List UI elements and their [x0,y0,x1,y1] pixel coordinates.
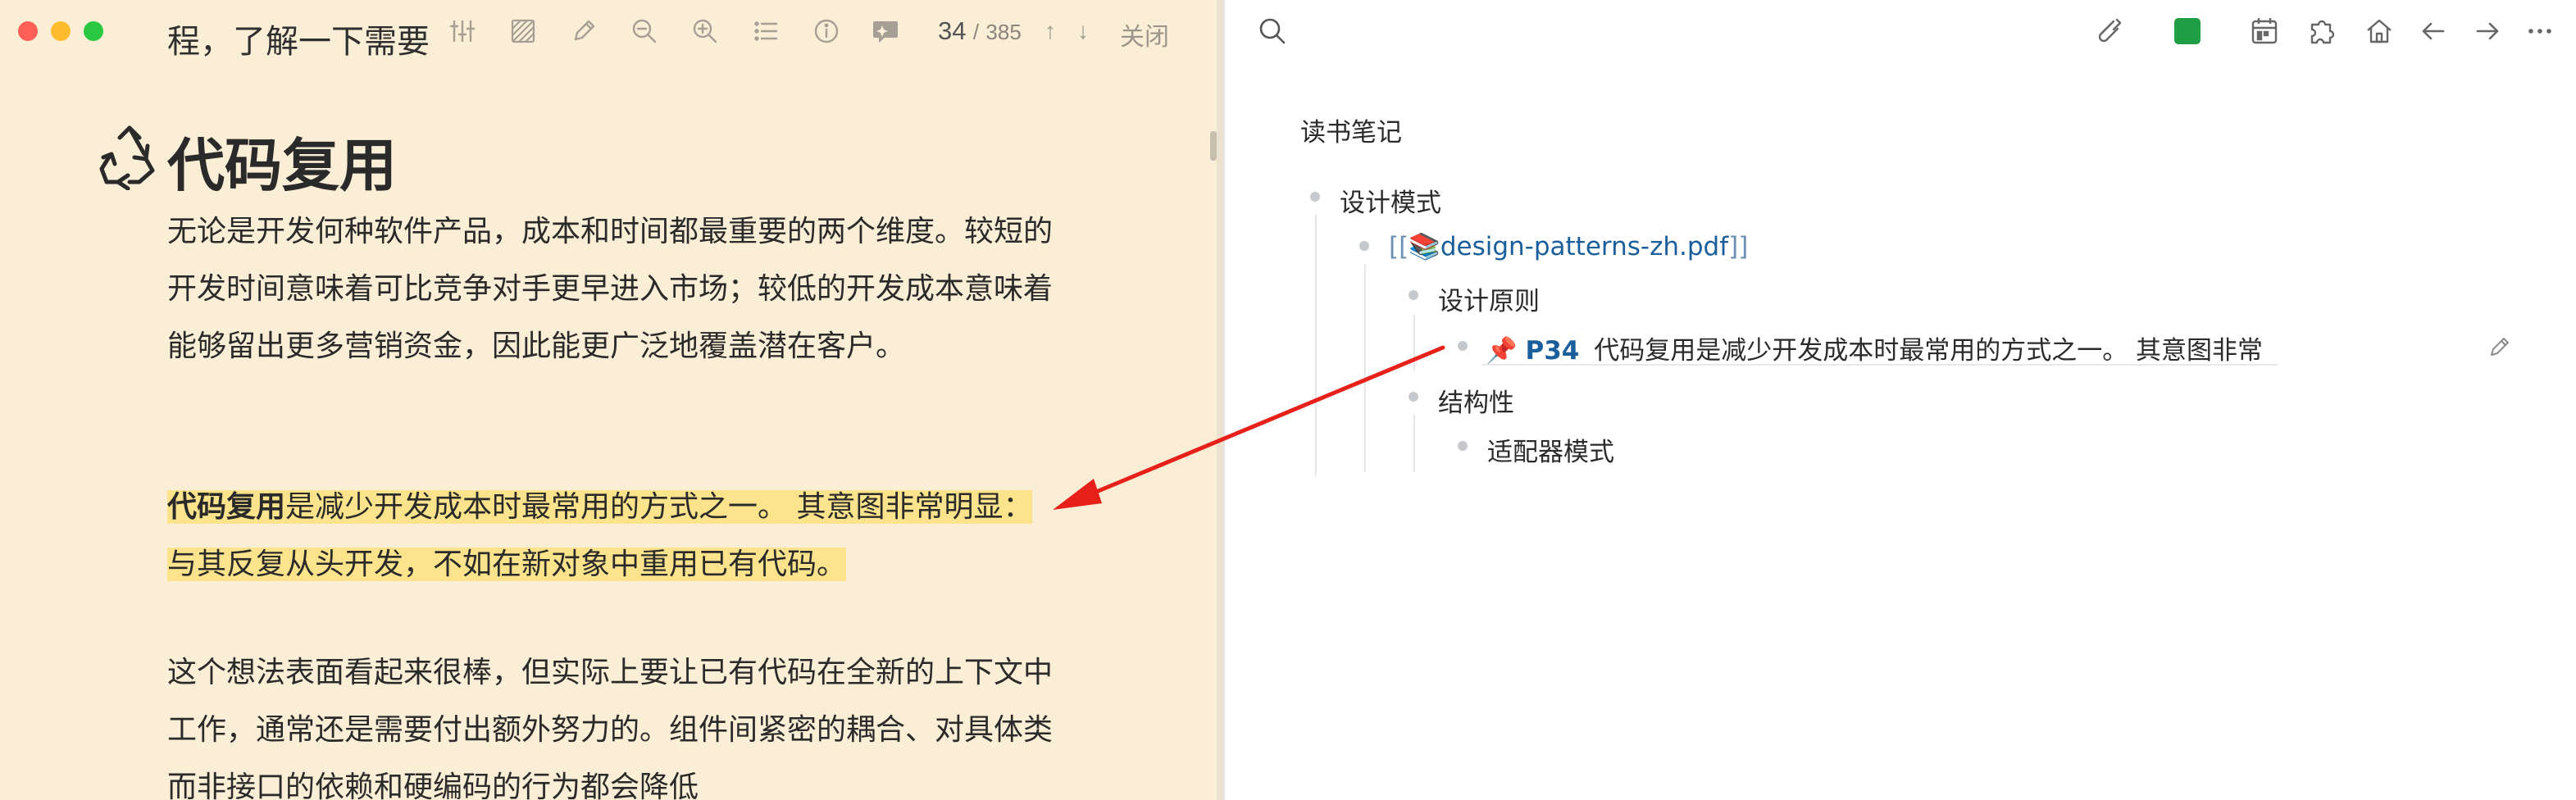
window-close-button[interactable] [18,21,38,41]
pin-icon: 📌 [1486,336,1518,366]
sliders-icon[interactable] [448,16,477,46]
outline-bullet[interactable] [1409,290,1418,300]
link-bracket-close: ]] [1728,232,1749,261]
outline-block-adapter-pattern[interactable]: 适配器模式 [1487,431,1614,468]
pdf-reader-pane: 程，了解一下需要 34 / 385 ↑ ↓ 关闭 代码复用 无论是开发何种软件产… [0,0,1217,800]
books-icon: 📚 [1409,232,1440,261]
calendar-icon[interactable] [2248,15,2281,48]
quote-text: 代码复用是减少开发成本时最常用的方式之一。 其意图非常 [1594,336,2264,366]
close-reader-button[interactable]: 关闭 [1120,16,1169,52]
outline-block-design-principles[interactable]: 设计原则 [1438,280,1540,317]
page-total: 385 [985,20,1022,44]
outline-guide [1413,415,1415,472]
home-icon[interactable] [2363,15,2396,48]
paragraph: 这个想法表面看起来很棒，但实际上要让已有代码在全新的上下文中工作，通常还是需要付… [167,656,1054,800]
info-icon[interactable] [812,16,841,46]
outline-guide [1413,315,1415,370]
outline-bullet[interactable] [1359,241,1369,251]
link-bracket-open: [[ [1389,232,1409,261]
paragraph: 无论是开发何种软件产品，成本和时间都最重要的两个维度。较短的开发时间意味着可比竞… [167,215,1054,363]
arrow-up-icon[interactable]: ↑ [1045,18,1056,44]
green-square-icon[interactable] [2174,18,2201,44]
pencil-icon[interactable] [569,16,598,46]
zoom-in-icon[interactable] [690,16,720,46]
notes-pane [1225,0,2576,800]
more-icon[interactable] [2524,15,2556,48]
outline-guide [1364,264,1366,472]
outline-block-design-patterns[interactable]: 设计模式 [1340,182,1441,219]
outline-bullet[interactable] [1409,392,1418,402]
highlight-text: 是减少开发成本时最常用的方式之一。 其意图非常明显：与其反复从头开发，不如在新对… [167,490,1033,581]
search-icon[interactable] [1256,15,1289,48]
page-indicator[interactable]: 34 / 385 [938,16,1022,46]
outline-bullet[interactable] [1458,441,1468,451]
arrow-down-icon[interactable]: ↓ [1077,18,1089,44]
puzzle-icon[interactable] [2305,15,2338,48]
page-reference-badge[interactable]: P34 [1525,336,1579,366]
outline-guide [1315,215,1317,475]
recycle-icon [95,121,164,191]
highlight-area-icon[interactable] [508,16,538,46]
arrow-right-icon[interactable] [2471,15,2504,48]
scrollbar-thumb[interactable] [1210,131,1217,161]
highlighted-paragraph[interactable]: 代码复用是减少开发成本时最常用的方式之一。 其意图非常明显：与其反复从头开发，不… [167,479,1053,593]
paperclip-pen-icon[interactable] [2092,15,2125,48]
window-minimize-button[interactable] [51,21,71,41]
page-current: 34 [938,16,967,45]
zoom-out-icon[interactable] [630,16,659,46]
outline-bullet[interactable] [1458,341,1468,351]
document-title-snippet: 程，了解一下需要 [167,23,430,61]
pdf-link[interactable]: design-patterns-zh.pdf [1440,232,1728,261]
outline-block-highlight-quote[interactable]: 📌 P34 代码复用是减少开发成本时最常用的方式之一。 其意图非常 [1486,330,2263,366]
section-heading: 代码复用 [167,132,397,199]
outline-block-pdf-link[interactable]: [[📚design-patterns-zh.pdf]] [1389,231,1748,261]
pencil-icon[interactable] [2486,333,2514,361]
arrow-left-icon[interactable] [2417,15,2450,48]
pdf-toolbar: 程，了解一下需要 34 / 385 ↑ ↓ 关闭 [0,0,1217,66]
quote-underline [1482,364,2278,366]
outline-list-icon[interactable] [751,16,781,46]
page-title[interactable]: 读书笔记 [1300,111,1402,148]
ai-chat-icon[interactable] [871,16,900,46]
highlight-bold-term: 代码复用 [167,490,286,524]
pane-divider[interactable] [1217,0,1223,800]
window-maximize-button[interactable] [84,21,103,41]
page-separator: / [972,20,980,44]
outline-block-structural[interactable]: 结构性 [1438,382,1514,419]
outline-bullet[interactable] [1310,192,1320,202]
